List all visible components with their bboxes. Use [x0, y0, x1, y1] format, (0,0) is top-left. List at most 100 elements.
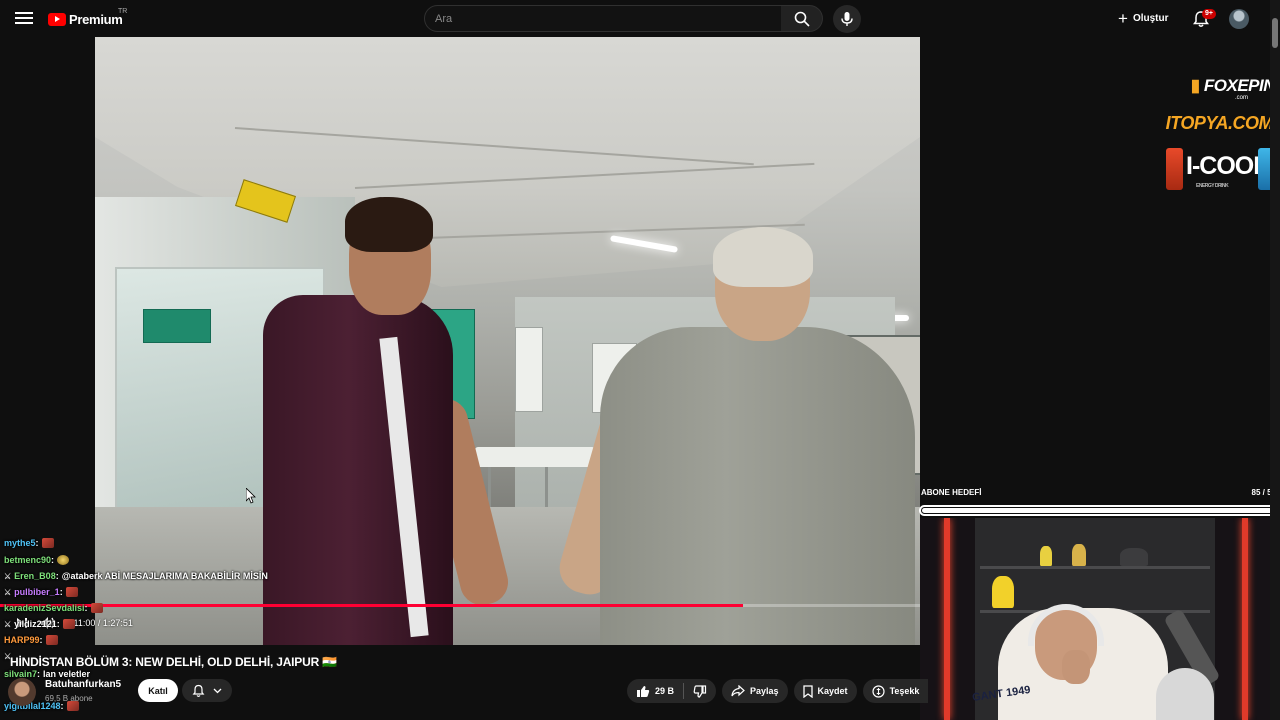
sword-badge-icon: ⚔ — [4, 571, 12, 581]
pikachu-figure — [992, 576, 1014, 608]
progress-bar-played — [0, 604, 744, 607]
channel-avatar[interactable] — [8, 678, 36, 706]
thumbs-up-icon — [637, 685, 650, 697]
emote-icon — [65, 587, 78, 597]
subscriber-goal-fill — [922, 508, 1275, 513]
create-button[interactable]: + Oluştur — [1118, 8, 1169, 28]
person-in-maroon-shirt — [263, 295, 453, 645]
microphone-icon — [841, 12, 853, 26]
chat-username: mythe5 — [4, 538, 36, 548]
chat-username: betmenc90 — [4, 555, 52, 565]
super-thanks-icon — [871, 684, 885, 698]
dislike-button[interactable] — [684, 679, 716, 703]
figure — [1120, 548, 1148, 566]
chat-text: @ataberk ABİ MESAJLARIMA BAKABİLİR MİSİN — [61, 571, 268, 581]
search-button[interactable] — [781, 5, 823, 32]
search-input[interactable] — [425, 6, 781, 31]
flame-icon: ▮ — [1190, 76, 1204, 95]
share-label: Paylaş — [750, 686, 779, 696]
channel-name[interactable]: Batuhanfurkan5 — [45, 679, 121, 690]
youtube-play-icon — [48, 12, 66, 26]
search-icon — [794, 11, 810, 27]
sword-badge-icon: ⚔ — [4, 587, 12, 597]
video-actions: 29 B Paylaş Kaydet Teşekk — [627, 679, 929, 703]
country-code: TR — [118, 8, 128, 15]
foxepin-domain: .com — [1235, 95, 1249, 101]
chevron-down-icon — [213, 688, 222, 693]
subscriber-count: 69,5 B abone — [45, 694, 93, 703]
scrollbar-thumb[interactable] — [1272, 18, 1278, 48]
chat-message: ⚔ pulbiber_1: — [4, 587, 78, 597]
page: Premium TR + Oluştur 9+ — [0, 0, 1280, 720]
chat-message: betmenc90: — [4, 555, 70, 565]
emote-icon — [45, 635, 58, 645]
join-button[interactable]: Katıl — [138, 679, 178, 702]
person-hair — [345, 197, 433, 252]
chat-message: HARP99: — [4, 635, 58, 645]
logo-text: Premium — [69, 11, 123, 27]
foxepin-sponsor-logo: ▮ FOXEPIN — [1150, 76, 1276, 96]
page-scrollbar[interactable] — [1270, 0, 1280, 720]
chat-username: Eren_B08 — [14, 571, 56, 581]
menu-icon[interactable] — [14, 9, 34, 29]
share-icon — [731, 685, 745, 697]
chat-message: mythe5: — [4, 538, 54, 548]
person-in-grey-shirt — [600, 327, 915, 645]
sword-badge-icon: ⚔ — [4, 619, 12, 629]
icool-sponsor-logo: I-COOL ENERGY DRINK — [1166, 148, 1275, 190]
bell-icon — [192, 684, 205, 697]
top-navigation-bar: Premium TR + Oluştur 9+ — [0, 0, 1280, 37]
hospital-stretcher — [475, 447, 595, 467]
icool-label: I-COOL — [1186, 152, 1268, 180]
emote-icon — [62, 619, 75, 629]
chat-username: pulbiber_1 — [14, 587, 60, 597]
account-avatar[interactable] — [1229, 9, 1249, 29]
thanks-label: Teşekk — [889, 686, 920, 696]
like-button[interactable]: 29 B — [627, 679, 683, 703]
green-sign — [143, 309, 211, 343]
video-frame[interactable] — [95, 37, 920, 645]
shelf — [980, 566, 1210, 569]
energy-can-red — [1166, 148, 1183, 190]
red-led-strip — [944, 518, 950, 720]
bookmark-icon — [802, 684, 813, 698]
search-box — [424, 5, 782, 32]
share-button[interactable]: Paylaş — [722, 679, 788, 703]
chat-username: yildiz2121 — [14, 619, 57, 629]
red-led-strip — [1242, 518, 1248, 720]
youtube-logo[interactable]: Premium — [48, 10, 123, 28]
streamer-hand — [1062, 650, 1090, 684]
chat-message: karadenizSevdalisi: — [4, 603, 103, 613]
icool-tagline: ENERGY DRINK — [1196, 183, 1229, 189]
subscriber-goal-label: ABONE HEDEFİ — [921, 488, 982, 497]
mouse-cursor-icon — [246, 488, 256, 504]
streamer-webcam: GANT 1949 — [920, 518, 1270, 720]
create-label: Oluştur — [1132, 12, 1169, 24]
voice-search-button[interactable] — [833, 5, 861, 33]
chat-message: ⚔ yildiz2121: — [4, 619, 75, 629]
emote-icon — [90, 603, 103, 613]
trophy-figure — [1072, 544, 1086, 566]
emote-icon — [41, 538, 54, 548]
figure — [1040, 546, 1052, 566]
person-hair — [713, 227, 813, 287]
plus-icon: + — [1118, 8, 1128, 28]
save-button[interactable]: Kaydet — [793, 679, 857, 703]
like-dislike-group: 29 B — [627, 679, 717, 703]
chat-text: lan veletler — [43, 669, 91, 679]
gaming-chair — [1156, 668, 1214, 720]
emote-icon — [57, 555, 70, 565]
foxepin-label: FOXEPIN — [1203, 76, 1276, 95]
time-display: 1:11:00 / 1:27:51 — [66, 618, 133, 628]
chat-message: ⚔ Eren_B08: @ataberk ABİ MESAJLARIMA BAKAB… — [4, 571, 268, 581]
save-label: Kaydet — [817, 686, 848, 696]
subscription-notifications-button[interactable] — [182, 679, 232, 702]
like-count: 29 B — [655, 686, 675, 696]
notification-badge: 9+ — [1202, 9, 1216, 19]
video-title: HİNDİSTAN BÖLÜM 3: NEW DELHİ, OLD DELHİ,… — [10, 655, 337, 669]
thumbs-down-icon — [693, 684, 707, 698]
thanks-button[interactable]: Teşekk — [862, 679, 929, 703]
chat-username: HARP99 — [4, 635, 40, 645]
chat-username: karadenizSevdalisi — [4, 603, 85, 613]
wall-poster — [515, 327, 543, 412]
